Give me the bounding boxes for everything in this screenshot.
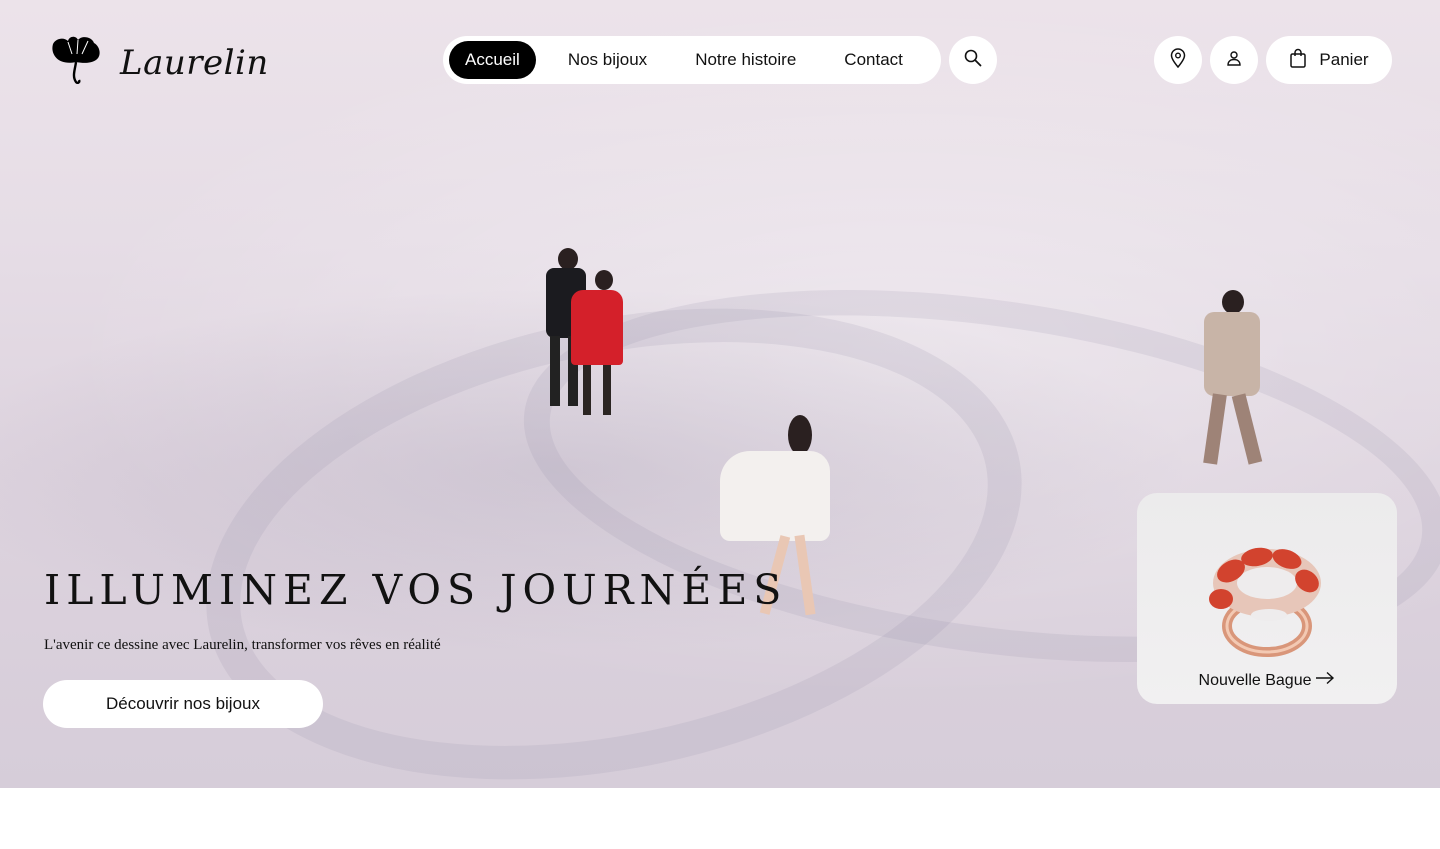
- cart-button[interactable]: Panier: [1266, 36, 1392, 84]
- new-ring-link[interactable]: Nouvelle Bague: [1137, 671, 1397, 690]
- cart-label: Panier: [1319, 50, 1369, 69]
- main-nav: Accueil Nos bijoux Notre histoire Contac…: [443, 36, 941, 84]
- arrow-right-icon: [1315, 671, 1335, 690]
- user-icon: [1226, 50, 1242, 71]
- brand-name: Laurelin: [120, 42, 269, 83]
- hero-title: ILLUMINEZ VOS JOURNÉES: [44, 566, 788, 614]
- hero-subtitle: L'avenir ce dessine avec Laurelin, trans…: [44, 637, 441, 653]
- brand-logo[interactable]: Laurelin: [50, 36, 269, 89]
- search-icon: [964, 49, 982, 72]
- ginkgo-leaf-icon: [50, 36, 102, 89]
- search-button[interactable]: [949, 36, 997, 84]
- nav-item-notre-histoire[interactable]: Notre histoire: [675, 41, 816, 79]
- new-ring-label: Nouvelle Bague: [1198, 671, 1312, 689]
- shopping-bag-icon: [1289, 48, 1307, 73]
- nav-item-nos-bijoux[interactable]: Nos bijoux: [548, 41, 667, 79]
- nav-item-contact[interactable]: Contact: [824, 41, 923, 79]
- account-button[interactable]: [1210, 36, 1258, 84]
- location-pin-icon: [1170, 47, 1186, 73]
- nav-item-accueil[interactable]: Accueil: [449, 41, 536, 79]
- discover-jewelry-button[interactable]: Découvrir nos bijoux: [43, 680, 323, 728]
- store-locator-button[interactable]: [1154, 36, 1202, 84]
- new-ring-card[interactable]: Nouvelle Bague: [1137, 493, 1397, 704]
- ring-image: [1197, 531, 1337, 666]
